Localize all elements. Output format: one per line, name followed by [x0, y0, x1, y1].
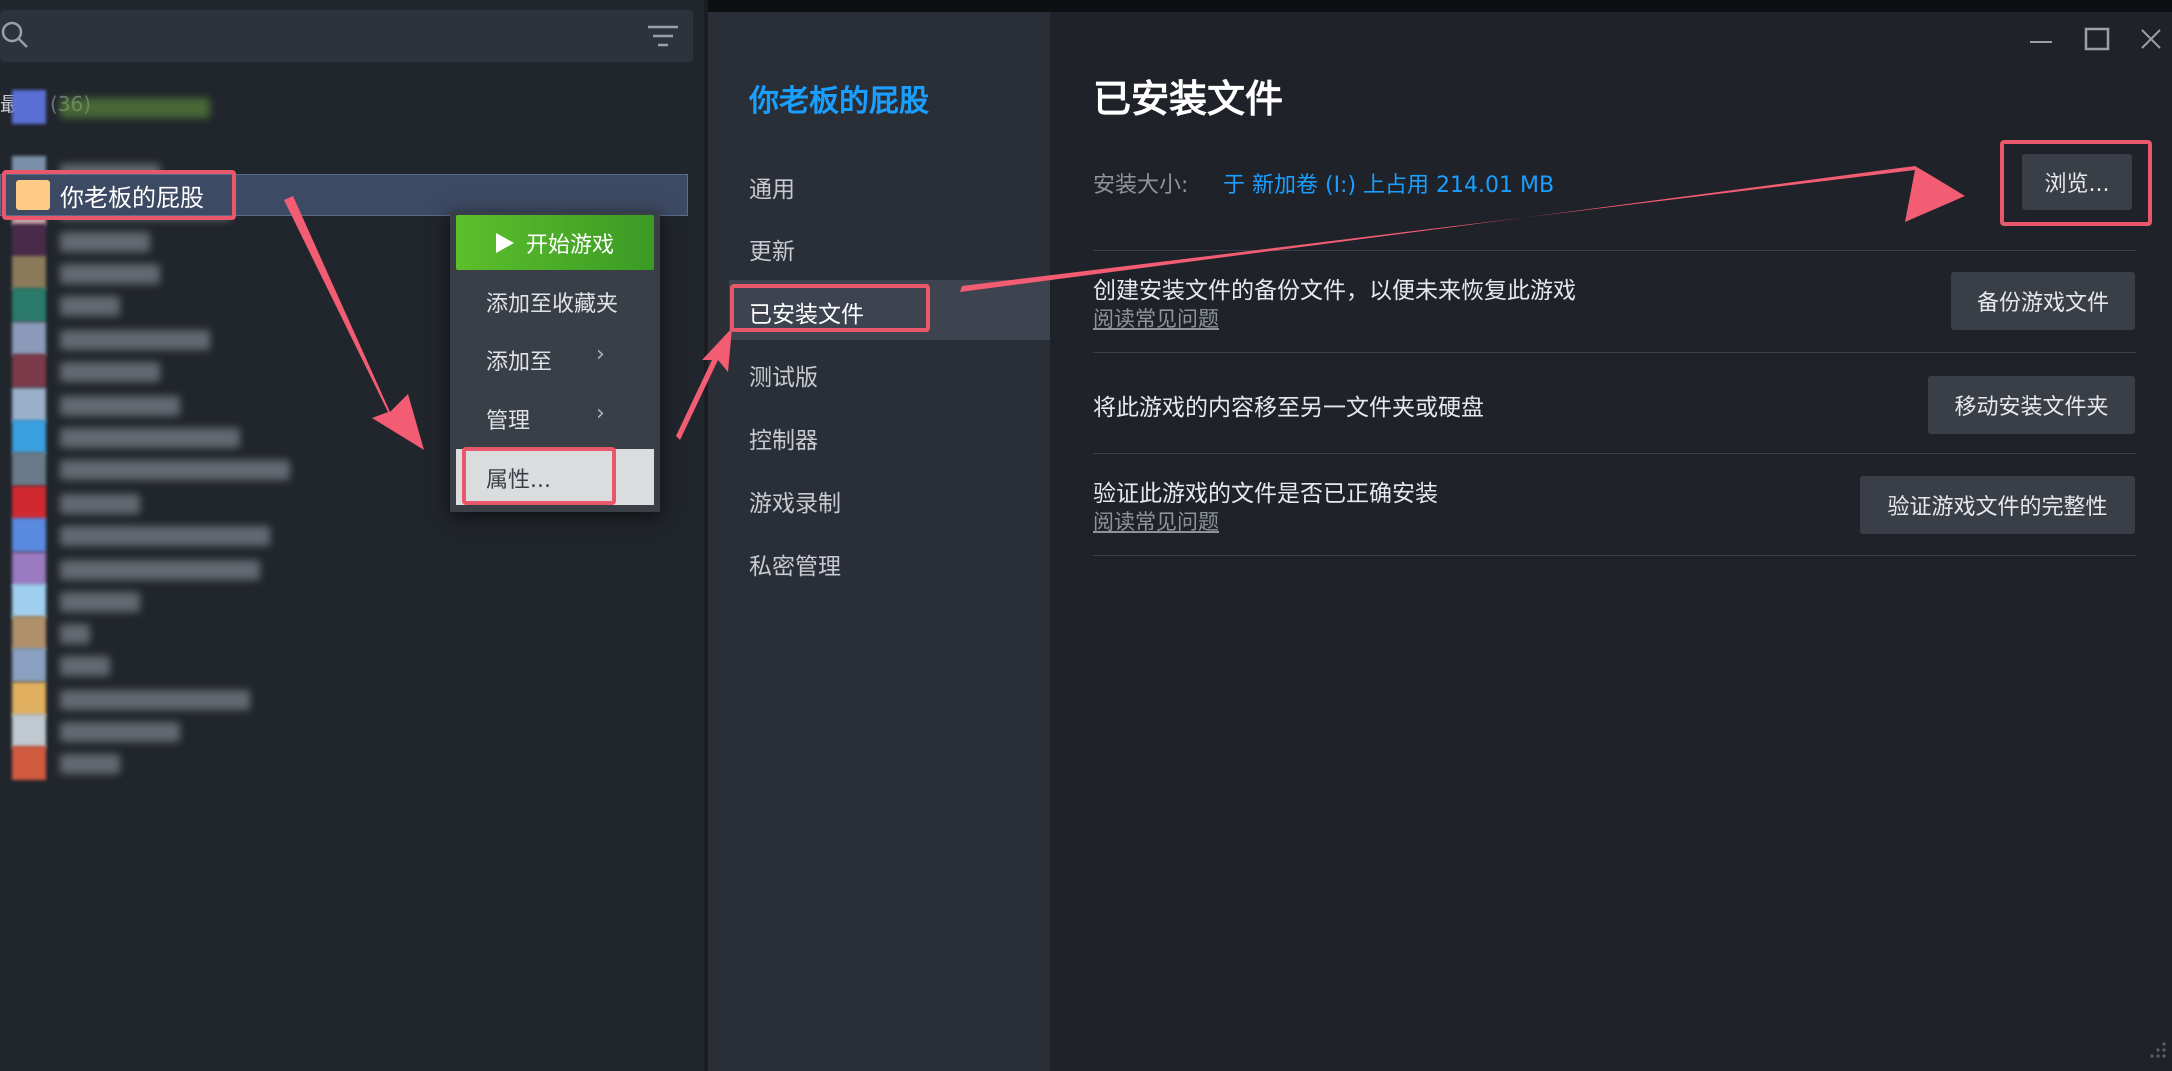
divider: [1093, 555, 2136, 556]
nav-item-controller[interactable]: 控制器: [749, 421, 818, 455]
game-name-obscured: [60, 396, 180, 416]
game-name-obscured: [60, 362, 160, 382]
verify-integrity-button[interactable]: 验证游戏文件的完整性: [1860, 476, 2135, 534]
menu-item-add-to[interactable]: 添加至: [486, 344, 552, 376]
highlight-box-selected-game: [2, 170, 236, 220]
game-name-obscured: [60, 656, 110, 676]
divider: [1093, 352, 2136, 353]
search-input[interactable]: [0, 10, 693, 62]
nav-item-privacy[interactable]: 私密管理: [749, 547, 841, 581]
game-name-obscured: [60, 624, 90, 644]
play-button[interactable]: 开始游戏: [456, 215, 654, 270]
game-name-obscured: [60, 264, 160, 284]
install-size-label: 安装大小:: [1093, 173, 1189, 198]
backup-description: 创建安装文件的备份文件，以便未来恢复此游戏: [1093, 278, 1576, 304]
game-name-obscured: [60, 526, 270, 546]
divider: [1093, 453, 2136, 454]
search-icon[interactable]: [0, 20, 30, 50]
divider: [1093, 250, 2136, 251]
game-name-obscured: [60, 232, 150, 252]
game-name-obscured: [60, 98, 210, 118]
nav-item-updates[interactable]: 更新: [749, 232, 795, 266]
backup-faq-link[interactable]: 阅读常见问题: [1093, 303, 1219, 333]
menu-item-add-favorites[interactable]: 添加至收藏夹: [486, 286, 618, 318]
game-thumbnail: [12, 746, 46, 780]
play-icon: [495, 232, 514, 253]
play-label: 开始游戏: [525, 232, 614, 258]
game-thumbnail: [12, 90, 46, 124]
verify-faq-link[interactable]: 阅读常见问题: [1093, 506, 1219, 536]
chevron-right-icon: ›: [596, 401, 605, 426]
game-row[interactable]: [0, 740, 686, 784]
game-name-obscured: [60, 460, 290, 480]
game-name-obscured: [60, 754, 120, 774]
game-name-obscured: [60, 494, 140, 514]
move-description: 将此游戏的内容移至另一文件夹或硬盘: [1093, 395, 1484, 421]
window-top-edge: [708, 0, 2172, 12]
game-name-obscured: [60, 592, 140, 612]
nav-item-betas[interactable]: 测试版: [749, 358, 818, 392]
minimize-icon[interactable]: [2024, 22, 2058, 56]
game-row[interactable]: [0, 84, 686, 128]
properties-game-title: 你老板的屁股: [749, 84, 929, 119]
chevron-right-icon: ›: [596, 342, 605, 367]
highlight-box-installed-files: [730, 284, 930, 332]
nav-item-game-recording[interactable]: 游戏录制: [749, 484, 841, 518]
game-name-obscured: [60, 428, 240, 448]
resize-grip-icon[interactable]: [2144, 1036, 2168, 1060]
install-size-value[interactable]: 于 新加卷 (I:) 上占用 214.01 MB: [1223, 167, 1554, 199]
game-name-obscured: [60, 296, 120, 316]
filter-icon[interactable]: [646, 22, 680, 52]
game-name-obscured: [60, 690, 250, 710]
content-title: 已安装文件: [1093, 77, 1284, 121]
game-name-obscured: [60, 722, 180, 742]
verify-description: 验证此游戏的文件是否已正确安装: [1093, 481, 1438, 507]
highlight-box-properties: [462, 447, 616, 505]
move-install-folder-button[interactable]: 移动安装文件夹: [1928, 376, 2135, 434]
game-name-obscured: [60, 560, 260, 580]
close-icon[interactable]: [2134, 22, 2168, 56]
menu-item-manage[interactable]: 管理: [486, 403, 530, 435]
backup-game-files-button[interactable]: 备份游戏文件: [1951, 272, 2135, 330]
maximize-icon[interactable]: [2080, 22, 2114, 56]
game-name-obscured: [60, 330, 210, 350]
highlight-box-browse: [2000, 140, 2152, 226]
nav-item-general[interactable]: 通用: [749, 170, 795, 204]
